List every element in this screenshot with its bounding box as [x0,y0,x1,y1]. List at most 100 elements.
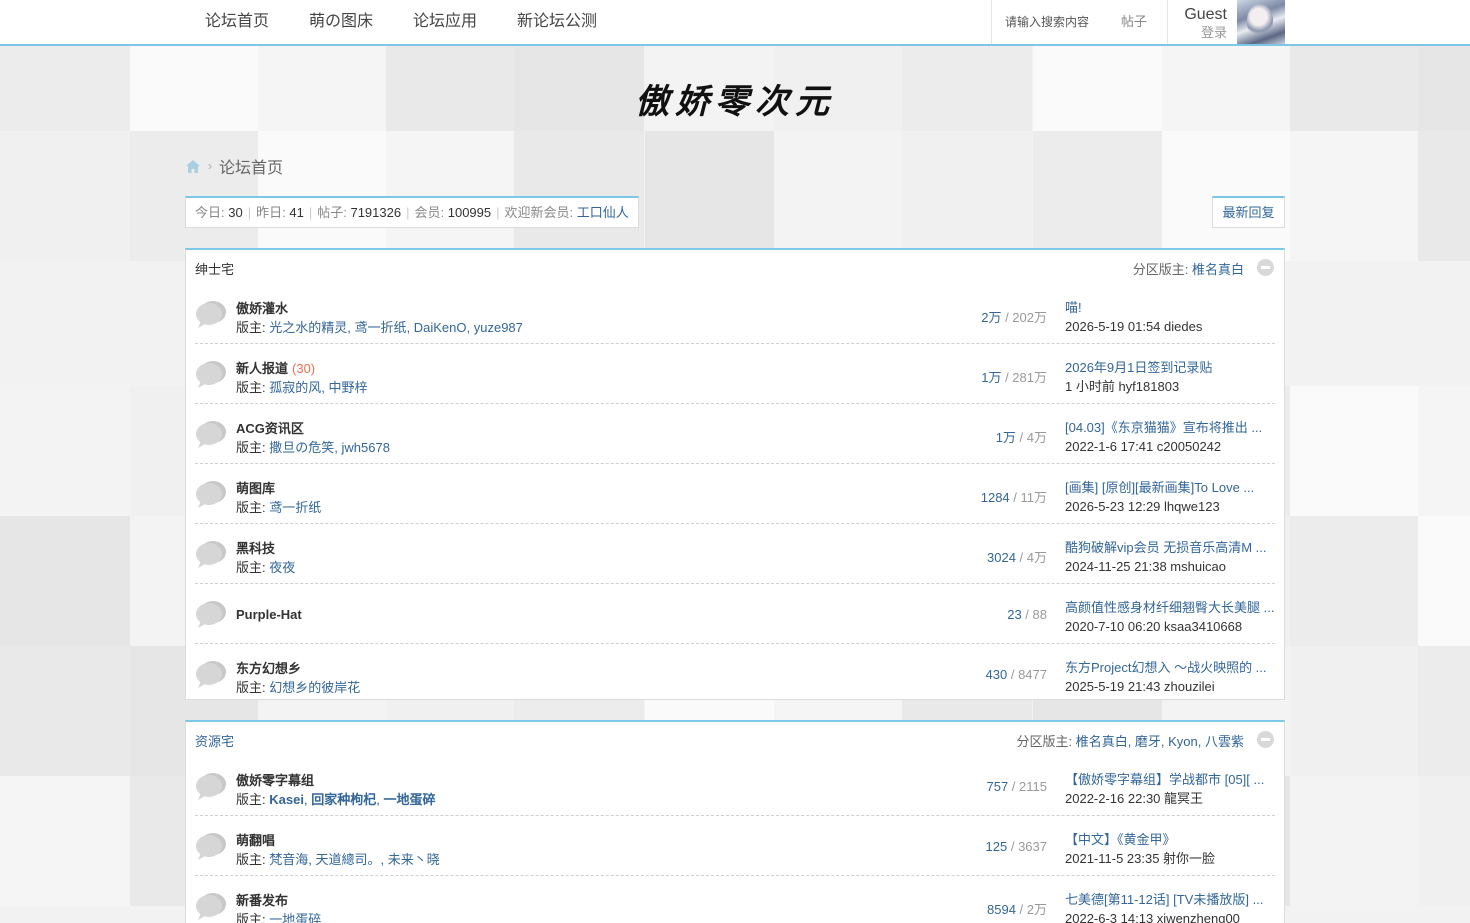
forum-title[interactable]: 傲娇零字幕组 [236,773,314,788]
main-nav: 论坛首页 萌の图床 论坛应用 新论坛公测 [185,0,617,44]
section-title[interactable]: 绅士宅 [195,259,234,278]
forum-moderators: 版主: 夜夜 [236,557,295,576]
forum-title[interactable]: 东方幻想乡 [236,661,301,676]
breadcrumb-separator: › [208,159,212,173]
last-post-title[interactable]: 【中文】《黄金甲》 [1065,830,1284,849]
last-post-meta: 2022-1-6 17:41 c20050242 [1065,439,1222,454]
forum-name[interactable]: 萌翻唱 [236,830,279,849]
forum-last-post: 2026年9月1日签到记录贴 1 小时前 hyf181803 [1065,358,1284,396]
avatar[interactable] [1237,0,1285,44]
section-moderators: 分区版主: 椎名真白, 磨牙, Kyon, 八雲紫 [1016,731,1244,750]
moderator-link[interactable]: 一地蛋碎 [383,792,435,807]
moderator-link[interactable]: Kasei [269,792,304,807]
forum-post-count: 4万 [1026,430,1047,445]
section-mod-label: 分区版主: [1016,734,1073,749]
forum-name[interactable]: Purple-Hat [236,607,306,622]
collapse-icon[interactable] [1257,731,1274,748]
moderator-link[interactable]: 孤寂的风 [269,380,321,395]
mod-prefix: 版主: [236,440,266,455]
moderator-link[interactable]: 未来丶晓 [388,852,440,867]
last-post-title[interactable]: 喵! [1065,298,1284,317]
forum-bubble-icon [196,893,226,920]
moderator-link[interactable]: 一地蛋碎 [269,912,321,923]
section-moderators: 分区版主: 椎名真白 [1133,259,1244,278]
last-post-title[interactable]: 高颜值性感身材纤细翘臀大长美腿 ... [1065,598,1284,617]
forum-post-count: 4万 [1026,550,1047,565]
last-post-title[interactable]: [画集] [原创][最新画集]To Love ... [1065,478,1284,497]
site-logo[interactable]: 傲娇零次元 [0,74,1470,123]
forum-row: ACG资讯区 版主: 撒旦の危笑, jwh5678 1万 / 4万 [04.03]《东… [195,404,1275,464]
forum-title[interactable]: 萌图库 [236,481,275,496]
last-post-title[interactable]: [04.03]《东京猫猫》宣布将推出 ... [1065,418,1284,437]
forum-title[interactable]: ACG资讯区 [236,421,304,436]
forum-name[interactable]: 东方幻想乡 [236,658,305,677]
forum-title[interactable]: 新人报道 [236,361,288,376]
latest-replies-button[interactable]: 最新回复 [1212,196,1285,228]
forum-post-count: 3637 [1018,839,1047,854]
moderator-link[interactable]: 中野梓 [329,380,368,395]
forum-name[interactable]: 傲娇灌水 [236,298,292,317]
forum-title[interactable]: 萌翻唱 [236,833,275,848]
moderator-link[interactable]: jwh5678 [342,440,390,455]
last-post-meta: 2021-11-5 23:35 射你一脸 [1065,851,1216,866]
forum-row: 萌图库 版主: 鸢一折纸 1284 / 11万 [画集] [原创][最新画集]To L… [195,464,1275,524]
forum-title[interactable]: 傲娇灌水 [236,301,288,316]
moderator-link[interactable]: 梵音海 [269,852,308,867]
forum-name[interactable]: 新番发布 [236,890,292,909]
moderator-link[interactable]: 鸢一折纸 [355,320,407,335]
forum-thread-count: 1万 [981,370,1002,385]
nav-new-forum-beta[interactable]: 新论坛公测 [497,0,617,44]
moderator-link[interactable]: 光之水的精灵 [269,320,347,335]
forum-name[interactable]: ACG资讯区 [236,418,308,437]
home-icon[interactable] [186,159,200,173]
forum-moderators: 版主: 光之水的精灵, 鸢一折纸, DaiKenO, yuze987 [236,320,523,335]
mod-prefix: 版主: [236,380,266,395]
forum-moderators: 版主: 撒旦の危笑, jwh5678 [236,440,390,455]
forum-name[interactable]: 黑科技 [236,538,279,557]
forum-name[interactable]: 新人报道 (30) [236,358,315,377]
breadcrumb: › 论坛首页 [186,154,283,178]
moderator-link[interactable]: 鸢一折纸 [269,500,321,515]
forum-name[interactable]: 萌图库 [236,478,279,497]
moderator-link[interactable]: 天道總司。 [316,852,381,867]
forum-thread-count: 1284 [980,490,1010,505]
collapse-icon[interactable] [1257,259,1274,276]
last-post-title[interactable]: 七美德[第11-12话] [TV未播放版] ... [1065,890,1284,909]
nav-forum-apps[interactable]: 论坛应用 [393,0,497,44]
last-post-title[interactable]: 2026年9月1日签到记录贴 [1065,358,1284,377]
moderator-link[interactable]: DaiKenO [414,320,467,335]
mod-prefix: 版主: [236,912,266,923]
last-post-title[interactable]: 东方Project幻想入 ～战火映照的 ... [1065,658,1284,677]
forum-bubble-icon [196,601,226,628]
stat-members-label: 会员: [414,205,445,220]
search-type-select[interactable]: 帖子 [1101,0,1168,44]
forum-moderators: 版主: 孤寂的风, 中野梓 [236,380,368,395]
moderator-link[interactable]: 夜夜 [269,560,295,575]
user-name: Guest [1184,6,1227,23]
login-link[interactable]: 登录 [1168,24,1227,42]
last-post-meta: 2024-11-25 21:38 mshuicao [1065,559,1226,574]
forum-title[interactable]: Purple-Hat [236,607,302,622]
breadcrumb-current[interactable]: 论坛首页 [219,154,283,178]
last-post-title[interactable]: 酷狗破解vip会员 无损音乐高清M ... [1065,538,1284,557]
moderator-link[interactable]: 回家种枸杞 [311,792,376,807]
forum-name[interactable]: 傲娇零字幕组 [236,770,318,789]
section-mod-label: 分区版主: [1132,262,1189,277]
section-title[interactable]: 资源宅 [195,731,234,750]
forum-last-post: [画集] [原创][最新画集]To Love ... 2026-5-23 12:2… [1065,478,1284,516]
forum-stats: 3024 / 4万 [987,550,1047,565]
section-mod-names[interactable]: 椎名真白, 磨牙, Kyon, 八雲紫 [1076,734,1244,749]
last-post-title[interactable]: 【傲娇零字幕组】学战都市 [05][ ... [1065,770,1284,789]
forum-moderators: 版主: 鸢一折纸 [236,497,321,516]
newest-member-link[interactable]: 工口仙人 [577,205,629,220]
section-mod-names[interactable]: 椎名真白 [1192,262,1244,277]
moderator-link[interactable]: 幻想乡的彼岸花 [269,680,360,695]
forum-title[interactable]: 新番发布 [236,893,288,908]
moderator-link[interactable]: 撒旦の危笑 [269,440,334,455]
forum-title[interactable]: 黑科技 [236,541,275,556]
nav-forum-home[interactable]: 论坛首页 [185,0,289,44]
moderator-link[interactable]: yuze987 [474,320,523,335]
search-input[interactable]: 请输入搜索内容 [991,0,1101,44]
forum-moderators: 版主: 一地蛋碎 [236,909,321,923]
nav-image-host[interactable]: 萌の图床 [289,0,393,44]
